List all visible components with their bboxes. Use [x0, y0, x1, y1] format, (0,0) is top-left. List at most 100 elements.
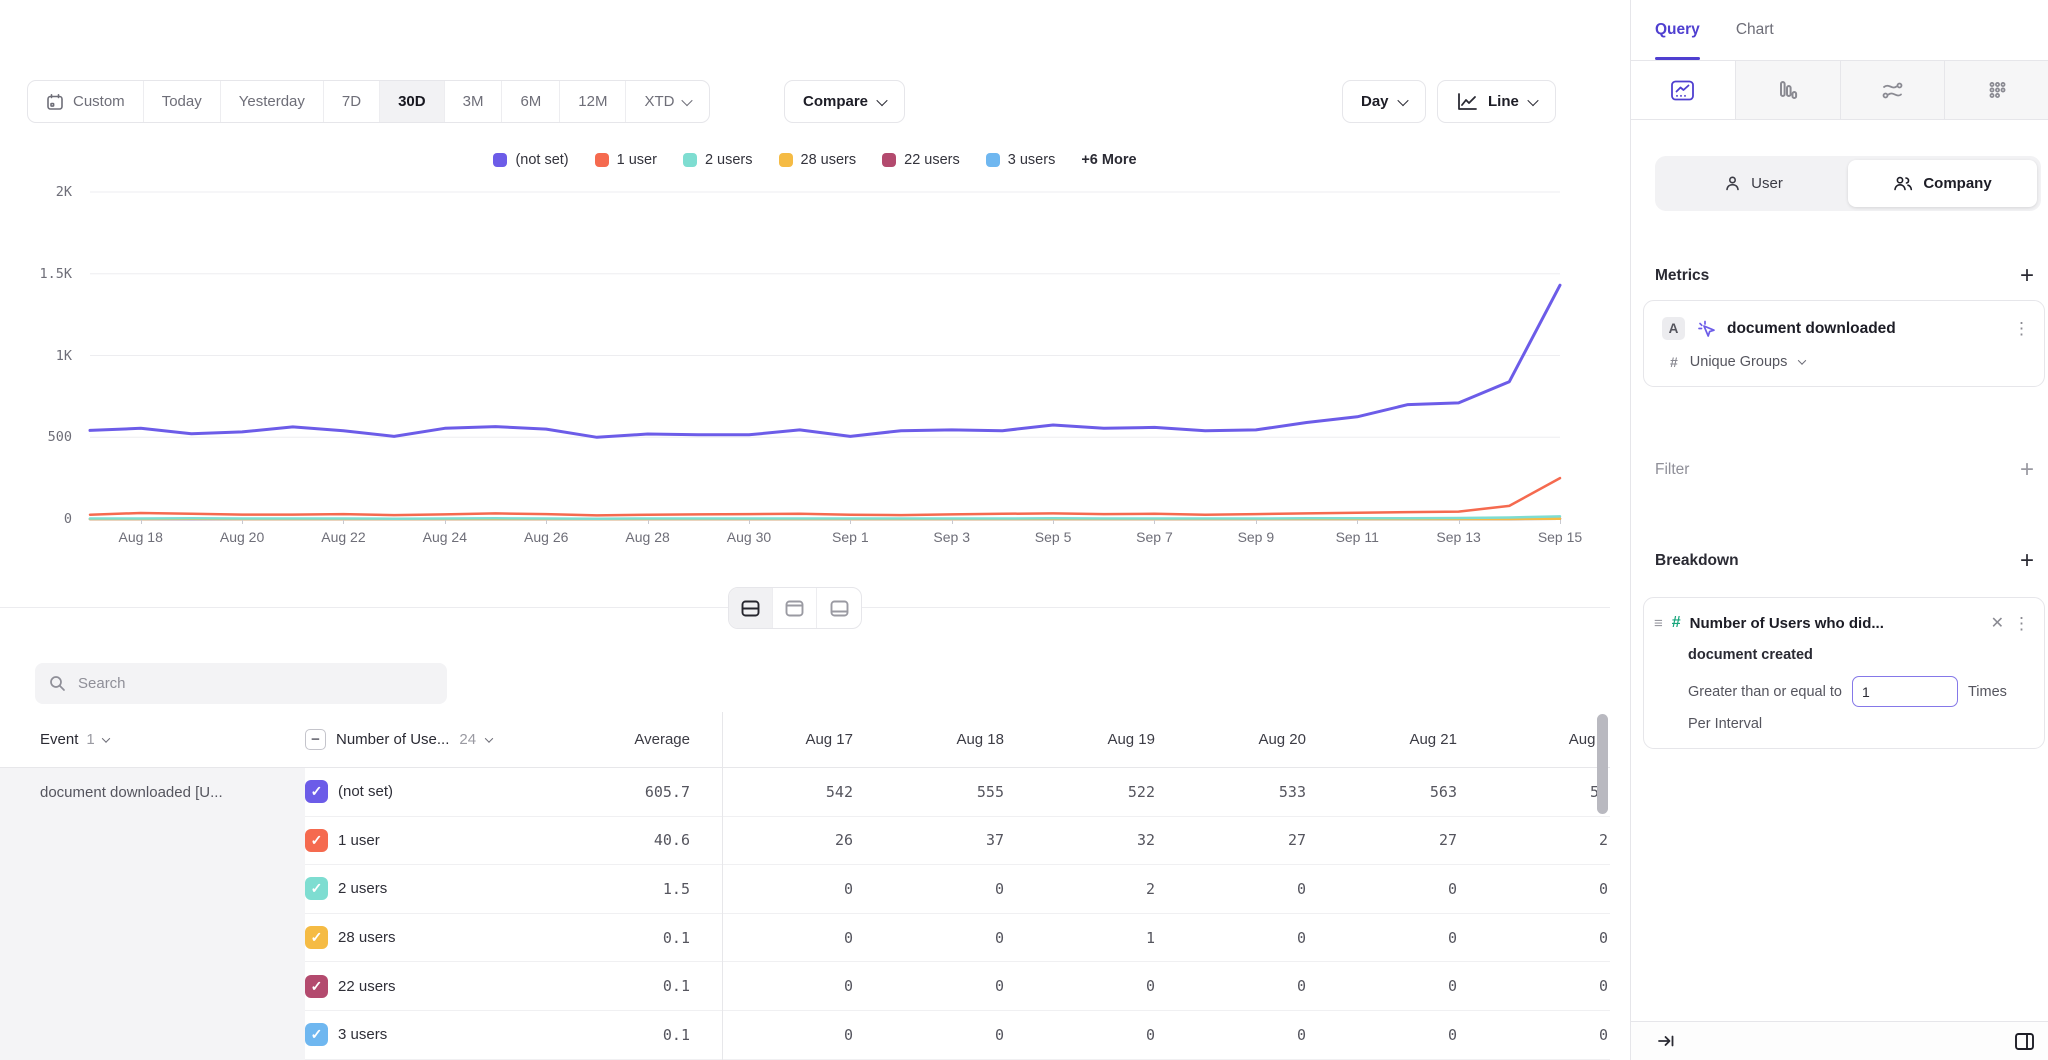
event-name-cell[interactable] — [0, 865, 305, 914]
series-cell[interactable]: ✓2 users — [305, 865, 557, 914]
toggle-user[interactable]: User — [1659, 160, 1848, 207]
average-column-header[interactable]: Average — [557, 712, 722, 767]
layout-split-button[interactable] — [729, 588, 773, 628]
legend-more[interactable]: +6 More — [1081, 152, 1136, 168]
series-cell[interactable]: ✓22 users — [305, 962, 557, 1011]
range-label: XTD — [644, 93, 674, 110]
breakdown-card[interactable]: ≡ # Number of Users who did... ✕ ⋮ docum… — [1643, 597, 2045, 749]
chevron-down-icon — [101, 734, 109, 742]
x-axis-label: Sep 9 — [1238, 529, 1275, 545]
layout-table-only-button[interactable] — [817, 588, 861, 628]
x-axis-tick — [242, 520, 243, 524]
x-axis-label: Aug 24 — [423, 529, 467, 545]
range-7d[interactable]: 7D — [324, 81, 380, 122]
sidebar-layout-icon[interactable] — [2014, 1032, 2035, 1051]
data-value: 27 — [1175, 817, 1326, 866]
metrics-title: Metrics — [1655, 267, 1709, 285]
x-axis-tick — [648, 520, 649, 524]
series-checkbox[interactable]: ✓ — [305, 1023, 328, 1046]
series-checkbox[interactable]: ✓ — [305, 829, 328, 852]
series-cell[interactable]: ✓1 user — [305, 817, 557, 866]
add-metric-button[interactable]: + — [2020, 264, 2034, 288]
search-input[interactable] — [78, 675, 433, 692]
layout-chart-only-button[interactable] — [773, 588, 817, 628]
series-cell[interactable]: ✓3 users — [305, 1011, 557, 1060]
indeterminate-checkbox[interactable]: − — [305, 729, 326, 750]
range-6m[interactable]: 6M — [502, 81, 560, 122]
event-name-cell[interactable] — [0, 914, 305, 963]
x-axis-tick — [850, 520, 851, 524]
breakdown-event-name: document created — [1644, 635, 2044, 663]
metric-card[interactable]: A document downloaded ⋮ # Unique Groups — [1643, 300, 2045, 387]
calendar-icon — [46, 93, 64, 111]
number-property-icon: # — [1672, 614, 1681, 632]
series-cell[interactable]: ✓(not set) — [305, 768, 557, 817]
legend-item[interactable]: 1 user — [595, 152, 657, 168]
condition-value-input[interactable] — [1852, 676, 1958, 707]
series-checkbox[interactable]: ✓ — [305, 975, 328, 998]
data-value: 0 — [722, 1011, 873, 1060]
legend-item[interactable]: 3 users — [986, 152, 1056, 168]
series-column-header[interactable]: − Number of Use... 24 — [305, 712, 557, 767]
toggle-company[interactable]: Company — [1848, 160, 2037, 207]
series-checkbox[interactable]: ✓ — [305, 926, 328, 949]
drag-handle-icon[interactable]: ≡ — [1654, 615, 1663, 632]
date-column-header[interactable]: Aug 17 — [722, 712, 873, 767]
tab-query[interactable]: Query — [1655, 0, 1700, 60]
event-name-cell[interactable] — [0, 817, 305, 866]
close-icon[interactable]: ✕ — [1991, 613, 2004, 633]
add-breakdown-button[interactable]: + — [2020, 549, 2034, 573]
y-axis-label: 1.5K — [0, 266, 72, 282]
grid-chart-type-button[interactable] — [1945, 61, 2048, 120]
add-filter-button[interactable]: + — [2020, 458, 2034, 482]
series-checkbox[interactable]: ✓ — [305, 877, 328, 900]
bar-chart-type-button[interactable] — [1736, 61, 1841, 120]
range-3m[interactable]: 3M — [445, 81, 503, 122]
date-column-header[interactable]: Aug 2 — [1477, 712, 1610, 767]
date-column-header[interactable]: Aug 20 — [1175, 712, 1326, 767]
vertical-scrollbar[interactable] — [1597, 714, 1608, 814]
range-yesterday[interactable]: Yesterday — [221, 81, 324, 122]
range-label: Yesterday — [239, 93, 305, 110]
legend-swatch — [493, 153, 507, 167]
tab-chart[interactable]: Chart — [1736, 0, 1774, 60]
series-cell[interactable]: ✓28 users — [305, 914, 557, 963]
kebab-menu-icon[interactable]: ⋮ — [2013, 320, 2030, 337]
toggle-company-label: Company — [1923, 175, 1991, 192]
date-column-header[interactable]: Aug 21 — [1326, 712, 1477, 767]
kebab-menu-icon[interactable]: ⋮ — [2013, 615, 2030, 632]
table-row: ✓22 users0.1000000 — [0, 962, 1610, 1011]
data-value: 0 — [1024, 962, 1175, 1011]
event-name-cell[interactable]: document downloaded [U... — [0, 768, 305, 817]
line-chart-type-button[interactable] — [1631, 61, 1736, 120]
metric-event-name: document downloaded — [1727, 320, 2002, 338]
metric-aggregation[interactable]: # Unique Groups — [1644, 346, 2044, 386]
range-today[interactable]: Today — [144, 81, 221, 122]
legend-label: (not set) — [515, 152, 568, 168]
range-12m[interactable]: 12M — [560, 81, 626, 122]
granularity-button[interactable]: Day — [1342, 80, 1426, 123]
event-column-header[interactable]: Event 1 — [0, 712, 305, 767]
legend-item[interactable]: 2 users — [683, 152, 753, 168]
range-30d[interactable]: 30D — [380, 81, 445, 122]
chart-type-button[interactable]: Line — [1437, 80, 1556, 123]
magic-cursor-icon — [1696, 319, 1716, 339]
collapse-panel-icon[interactable] — [1657, 1033, 1676, 1049]
range-custom[interactable]: Custom — [28, 81, 144, 122]
x-axis-label: Aug 18 — [119, 529, 163, 545]
event-row-label: document downloaded [U... — [40, 784, 223, 801]
event-name-cell[interactable] — [0, 962, 305, 1011]
event-name-cell[interactable] — [0, 1011, 305, 1060]
legend-item[interactable]: (not set) — [493, 152, 568, 168]
series-checkbox[interactable]: ✓ — [305, 780, 328, 803]
legend-item[interactable]: 22 users — [882, 152, 960, 168]
data-value: 0 — [1175, 962, 1326, 1011]
table-row: ✓3 users0.1000000 — [0, 1011, 1610, 1060]
compare-button[interactable]: Compare — [784, 80, 905, 123]
date-column-header[interactable]: Aug 19 — [1024, 712, 1175, 767]
aggregation-label: Unique Groups — [1690, 354, 1788, 370]
legend-item[interactable]: 28 users — [779, 152, 857, 168]
range-xtd[interactable]: XTD — [626, 81, 709, 122]
flow-chart-type-button[interactable] — [1841, 61, 1946, 120]
date-column-header[interactable]: Aug 18 — [873, 712, 1024, 767]
